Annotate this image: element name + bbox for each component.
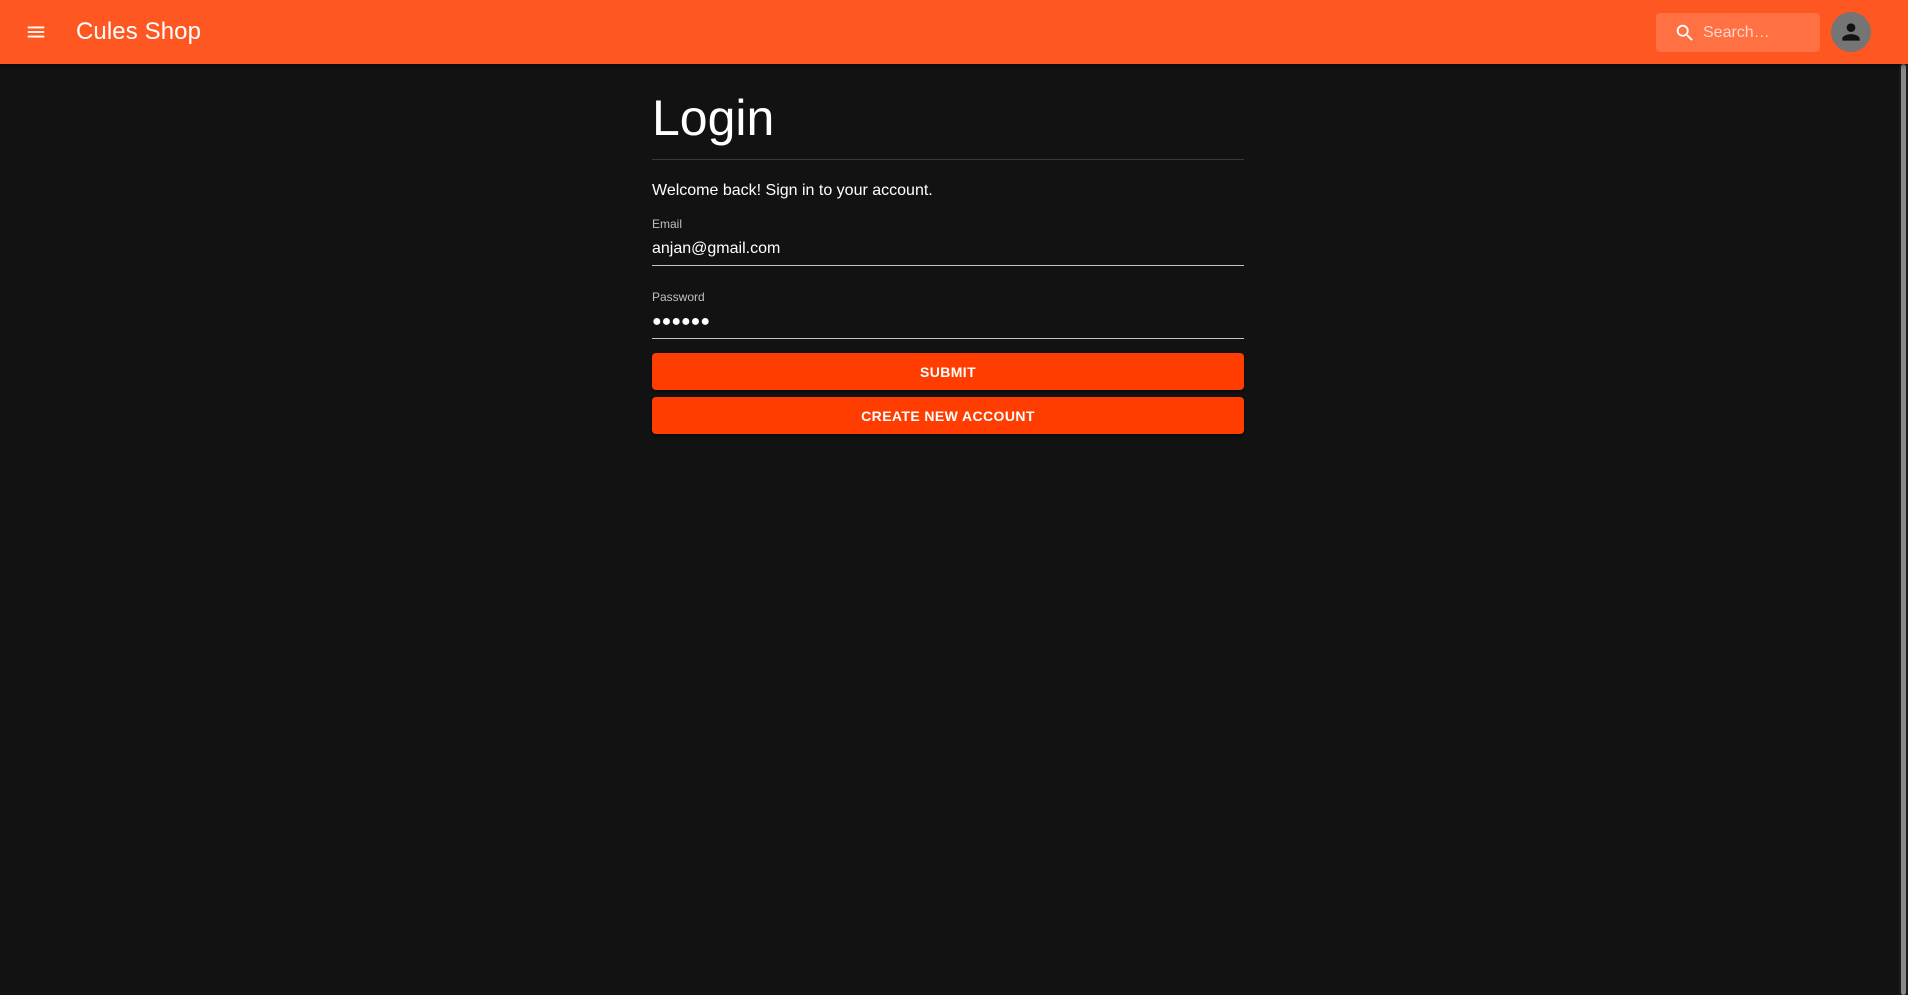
search-box[interactable] [1656,13,1820,52]
submit-button[interactable]: SUBMIT [652,353,1244,390]
password-label: Password [652,290,705,304]
email-field[interactable] [652,235,1244,266]
page-title: Login [652,90,775,146]
scrollbar-thumb[interactable] [1901,64,1906,995]
create-account-button[interactable]: CREATE NEW ACCOUNT [652,397,1244,434]
account-button[interactable] [1831,12,1871,52]
app-bar: Cules Shop [0,0,1908,64]
search-icon [1676,24,1693,41]
welcome-text: Welcome back! Sign in to your account. [652,182,933,199]
hamburger-menu-icon [27,26,45,38]
scrollbar[interactable] [1899,64,1908,995]
app-title[interactable]: Cules Shop [76,17,201,47]
title-divider [652,159,1244,160]
menu-button[interactable] [18,14,54,50]
email-label: Email [652,217,683,231]
password-field[interactable] [652,308,1244,339]
account-circle-icon [1842,23,1860,41]
search-input[interactable] [1703,13,1813,52]
